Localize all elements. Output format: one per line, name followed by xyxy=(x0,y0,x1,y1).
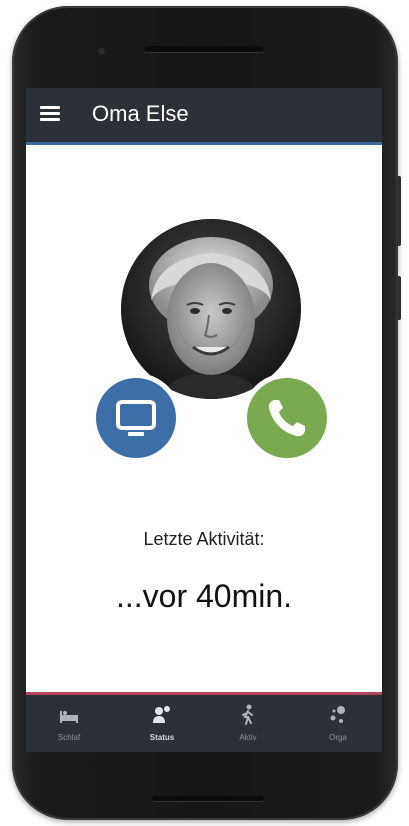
bottom-speaker xyxy=(152,796,264,801)
volume-button xyxy=(397,176,401,246)
phone-icon xyxy=(268,400,305,437)
nav-label: Aktiv xyxy=(239,733,257,742)
nav-label: Status xyxy=(149,733,175,742)
avatar[interactable] xyxy=(121,219,301,399)
app-screen: Oma Else Letzte Aktivität: ...vor 40min.… xyxy=(26,88,382,752)
nav-item-schlaf[interactable]: Schlaf xyxy=(29,703,109,751)
bed-icon xyxy=(60,711,78,723)
last-activity-label: Letzte Aktivität: xyxy=(143,529,265,549)
page-title: Oma Else xyxy=(92,101,189,126)
phone-call-button[interactable] xyxy=(242,373,332,463)
nav-label: Schlaf xyxy=(57,733,81,742)
video-call-button[interactable] xyxy=(91,373,181,463)
bottom-navigation: Schlaf Status Aktiv Orga xyxy=(26,692,382,752)
elderly-woman-portrait xyxy=(121,219,301,399)
app-bar: Oma Else xyxy=(26,88,382,145)
nav-label: Orga xyxy=(329,733,347,742)
top-speaker xyxy=(144,46,264,52)
hamburger-menu-icon[interactable] xyxy=(40,106,60,122)
power-button xyxy=(397,276,401,320)
tv-monitor-icon xyxy=(116,400,156,436)
nav-item-status[interactable]: Status xyxy=(122,703,202,751)
organize-icon xyxy=(330,706,345,723)
nav-item-orga[interactable]: Orga xyxy=(298,703,378,751)
walking-person-icon xyxy=(242,704,253,725)
front-camera xyxy=(98,48,105,55)
last-activity-value: ...vor 40min. xyxy=(115,578,293,614)
person-status-icon xyxy=(153,706,170,723)
nav-item-aktiv[interactable]: Aktiv xyxy=(208,703,288,751)
